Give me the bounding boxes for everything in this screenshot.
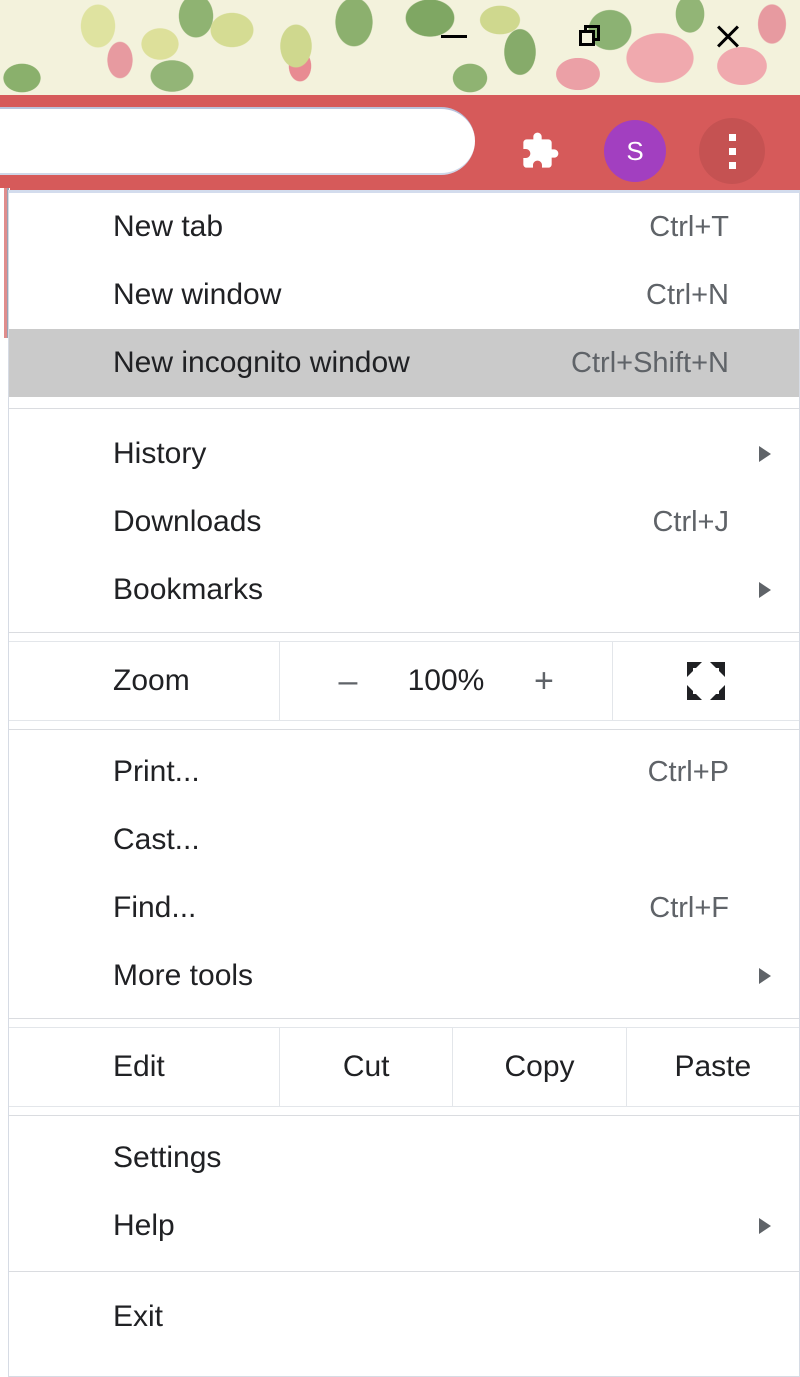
minimize-button[interactable] xyxy=(430,12,478,60)
menu-section-new: New tab Ctrl+T New window Ctrl+N New inc… xyxy=(9,193,799,397)
close-icon xyxy=(714,22,742,50)
menu-item-label: New tab xyxy=(113,210,224,243)
menu-item-label: New incognito window xyxy=(113,346,410,379)
menu-separator xyxy=(9,729,799,730)
three-dot-menu-icon xyxy=(728,133,736,169)
menu-item-shortcut: Ctrl+N xyxy=(646,278,729,311)
menu-item-settings[interactable]: Settings xyxy=(9,1124,799,1192)
menu-item-label: History xyxy=(113,437,207,470)
minimize-icon xyxy=(441,34,467,38)
desktop-wallpaper xyxy=(0,0,800,100)
zoom-out-button[interactable]: – xyxy=(328,664,368,698)
menu-item-shortcut: Ctrl+J xyxy=(652,505,729,538)
menu-section-settings: Settings Help xyxy=(9,1124,799,1260)
menu-item-label: Help xyxy=(113,1209,175,1242)
menu-row-edit: Edit Cut Copy Paste xyxy=(9,1027,799,1107)
avatar-initial: S xyxy=(626,135,644,166)
menu-separator xyxy=(9,1115,799,1116)
menu-item-label: Downloads xyxy=(113,505,262,538)
fullscreen-button[interactable] xyxy=(612,642,799,720)
puzzle-piece-icon xyxy=(520,131,560,171)
menu-item-downloads[interactable]: Downloads Ctrl+J xyxy=(9,488,799,556)
zoom-label: Zoom xyxy=(113,664,190,697)
paste-button[interactable]: Paste xyxy=(625,1028,799,1106)
zoom-level-value: 100% xyxy=(407,664,485,697)
address-bar-input[interactable] xyxy=(0,107,475,175)
restore-button[interactable] xyxy=(566,12,614,60)
menu-section-exit: Exit xyxy=(9,1283,799,1351)
menu-item-find[interactable]: Find... Ctrl+F xyxy=(9,874,799,942)
menu-item-exit[interactable]: Exit xyxy=(9,1283,799,1351)
fullscreen-icon xyxy=(687,662,725,700)
restore-icon xyxy=(579,25,601,47)
menu-item-print[interactable]: Print... Ctrl+P xyxy=(9,738,799,806)
menu-item-shortcut: Ctrl+T xyxy=(649,210,729,243)
menu-row-zoom: Zoom – 100% + xyxy=(9,641,799,721)
profile-avatar-button[interactable]: S xyxy=(604,120,666,182)
menu-item-shortcut: Ctrl+Shift+N xyxy=(571,346,729,379)
menu-item-label: Bookmarks xyxy=(113,573,264,606)
menu-item-shortcut: Ctrl+P xyxy=(647,755,729,788)
browser-toolbar xyxy=(0,95,800,191)
menu-item-label: Settings xyxy=(113,1141,222,1174)
close-button[interactable] xyxy=(704,12,752,60)
edit-label: Edit xyxy=(113,1050,165,1083)
submenu-arrow-icon xyxy=(759,968,771,984)
menu-separator xyxy=(9,408,799,409)
extensions-button[interactable] xyxy=(508,119,572,183)
menu-item-label: New window xyxy=(113,278,282,311)
menu-item-bookmarks[interactable]: Bookmarks xyxy=(9,556,799,624)
zoom-in-button[interactable]: + xyxy=(524,664,564,698)
menu-item-label: Cast... xyxy=(113,823,200,856)
menu-item-help[interactable]: Help xyxy=(9,1192,799,1260)
menu-item-cast[interactable]: Cast... xyxy=(9,806,799,874)
cut-button[interactable]: Cut xyxy=(279,1028,452,1106)
chrome-menu-button[interactable] xyxy=(699,118,765,184)
menu-separator xyxy=(9,1018,799,1019)
menu-item-label: More tools xyxy=(113,959,254,992)
menu-section-tools: Print... Ctrl+P Cast... Find... Ctrl+F M… xyxy=(9,738,799,1010)
submenu-arrow-icon xyxy=(759,1218,771,1234)
menu-separator xyxy=(9,632,799,633)
menu-item-label: Print... xyxy=(113,755,200,788)
menu-item-more-tools[interactable]: More tools xyxy=(9,942,799,1010)
submenu-arrow-icon xyxy=(759,446,771,462)
menu-section-browsing: History Downloads Ctrl+J Bookmarks xyxy=(9,420,799,624)
menu-item-label: Exit xyxy=(113,1300,164,1333)
menu-item-new-incognito-window[interactable]: New incognito window Ctrl+Shift+N xyxy=(9,329,799,397)
menu-separator xyxy=(9,1271,799,1272)
menu-item-label: Find... xyxy=(113,891,197,924)
menu-item-shortcut: Ctrl+F xyxy=(649,891,729,924)
menu-item-new-tab[interactable]: New tab Ctrl+T xyxy=(9,193,799,261)
chrome-main-menu: New tab Ctrl+T New window Ctrl+N New inc… xyxy=(8,190,800,1377)
copy-button[interactable]: Copy xyxy=(452,1028,625,1106)
submenu-arrow-icon xyxy=(759,582,771,598)
menu-item-history[interactable]: History xyxy=(9,420,799,488)
zoom-controls: – 100% + xyxy=(279,642,612,720)
menu-item-new-window[interactable]: New window Ctrl+N xyxy=(9,261,799,329)
